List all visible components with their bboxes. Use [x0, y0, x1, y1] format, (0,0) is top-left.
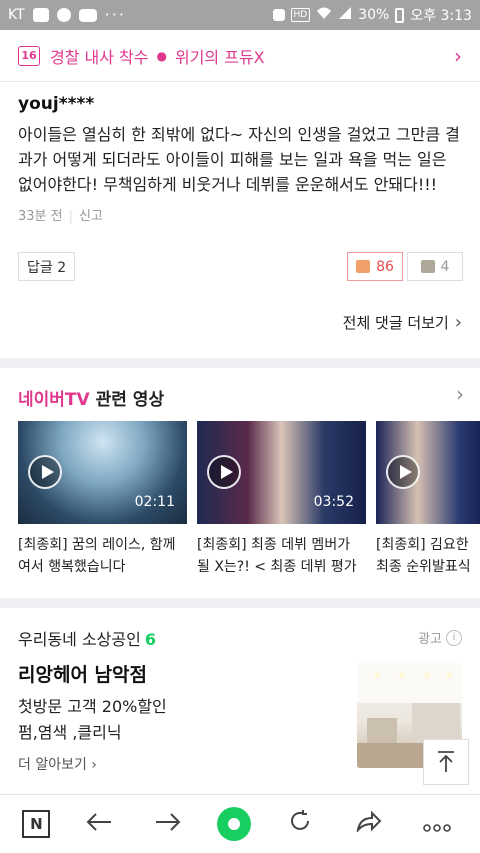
chevron-right-icon[interactable]: ›: [456, 382, 464, 406]
dislike-count: 4: [440, 258, 450, 275]
refresh-icon[interactable]: [280, 809, 320, 839]
reply-button[interactable]: 답글 2: [18, 252, 76, 281]
business-offer: 첫방문 고객 20%할인: [18, 697, 167, 716]
share-icon[interactable]: [349, 810, 389, 838]
comment-username[interactable]: youj****: [18, 94, 462, 114]
topic-title-1[interactable]: 경찰 내사 착수: [50, 44, 149, 68]
info-icon: i: [446, 629, 462, 646]
play-icon: [207, 455, 241, 489]
clock: 오후 3:13: [410, 8, 472, 24]
forward-arrow-icon[interactable]: [148, 810, 188, 838]
ad-label: 광고: [418, 632, 442, 647]
naver-tv-brand: 네이버TV: [18, 390, 90, 410]
video-duration: 03:52: [313, 494, 354, 510]
ad-section-label: 우리동네 소상공인: [18, 630, 141, 649]
video-title[interactable]: [최종회] 꿈의 레이스, 함께여서 행복했습니다: [18, 534, 187, 578]
more-notifications-icon: ···: [104, 5, 126, 24]
ad-badge[interactable]: 광고 i: [418, 628, 462, 647]
comment-body: 아이들은 열심히 한 죄밖에 없다~ 자신의 인생을 걸었고 그만큼 결과가 어…: [18, 125, 460, 194]
ad-section-title: 우리동네 소상공인 6: [18, 626, 156, 650]
carrier-label: KT: [8, 7, 25, 23]
section-divider: [0, 598, 480, 608]
browser-toolbar: N: [0, 794, 480, 853]
video-card[interactable]: 03:52 [최종회] 최종 데뷔 멤버가 될 X는?! < 최종 데뷔 평가: [197, 421, 366, 578]
business-name[interactable]: 리앙헤어 남악점: [18, 660, 147, 687]
video-card[interactable]: 02:11 [최종회] 꿈의 레이스, 함께여서 행복했습니다: [18, 421, 187, 578]
like-count: 86: [376, 258, 394, 275]
more-comments-link[interactable]: 전체 댓글 더보기 ›: [343, 312, 462, 333]
wifi-icon: [316, 6, 332, 24]
topic-separator: ●: [156, 48, 167, 63]
video-duration: 02:11: [134, 494, 175, 510]
video-thumbnail[interactable]: 03:52: [197, 421, 366, 524]
thumbs-up-icon: [356, 260, 371, 273]
comment-time: 33분 전: [18, 209, 63, 224]
video-thumbnail[interactable]: [376, 421, 480, 524]
hd-badge: HD: [290, 8, 311, 22]
learn-more-link[interactable]: 더 알아보기 ›: [18, 754, 97, 774]
report-link[interactable]: 신고: [79, 209, 103, 224]
battery-percent: 30%: [358, 7, 390, 23]
section-title[interactable]: 네이버TV 관련 영상: [18, 385, 164, 410]
naver-home-button[interactable]: N: [22, 810, 51, 838]
youtube-notification-icon: [78, 8, 97, 22]
alarm-icon: [272, 9, 285, 21]
thumbs-down-icon: [420, 260, 435, 273]
video-card[interactable]: [최종회] 김요한 최종 순위발표식: [376, 421, 480, 578]
video-thumbnail[interactable]: 02:11: [18, 421, 187, 524]
like-button[interactable]: 86: [347, 252, 403, 281]
chevron-right-icon: ›: [454, 312, 462, 333]
topic-bar[interactable]: 16 경찰 내사 착수 ● 위기의 프듀X ›: [0, 30, 480, 82]
video-title[interactable]: [최종회] 최종 데뷔 멤버가 될 X는?! < 최종 데뷔 평가: [197, 534, 366, 578]
topic-number: 16: [18, 45, 40, 66]
learn-more-label: 더 알아보기: [18, 757, 87, 773]
chat-notification-icon: [32, 8, 49, 22]
signal-icon: [338, 6, 352, 24]
app-notification-icon: [56, 8, 71, 22]
naver-tv-section: 네이버TV 관련 영상 › 02:11 [최종회] 꿈의 레이스, 함께여서 행…: [0, 368, 480, 600]
video-title[interactable]: [최종회] 김요한 최종 순위발표식: [376, 534, 480, 578]
section-divider: [0, 358, 480, 368]
dislike-button[interactable]: 4: [407, 252, 463, 281]
comment-meta: 33분 전 | 신고: [18, 209, 103, 224]
comment-actions: 답글 2 86 4: [18, 252, 463, 282]
chevron-right-icon[interactable]: ›: [454, 44, 462, 68]
play-icon: [28, 455, 62, 489]
comment-item: youj**** 아이들은 열심히 한 죄밖에 없다~ 자신의 인생을 걸었고 …: [0, 82, 480, 224]
back-arrow-icon[interactable]: [79, 810, 119, 838]
more-menu-icon[interactable]: [417, 810, 457, 838]
play-icon: [386, 455, 420, 489]
status-bar: KT ··· HD 30% 오후 3:13: [0, 0, 480, 30]
business-services: 펌,염색 ,클리닉: [18, 723, 122, 742]
more-comments-label: 전체 댓글 더보기: [342, 314, 449, 332]
local-business-ad: 우리동네 소상공인 6 광고 i 리앙헤어 남악점 첫방문 고객 20%할인 펌,…: [0, 608, 480, 794]
related-videos-title: 관련 영상: [95, 390, 165, 410]
arrow-up-icon: [438, 751, 454, 772]
battery-icon: [395, 7, 405, 23]
scroll-to-top-button[interactable]: [423, 739, 469, 785]
topic-title-2[interactable]: 위기의 프듀X: [175, 44, 265, 68]
ad-count: 6: [144, 630, 156, 649]
green-dot-button[interactable]: [216, 807, 251, 841]
